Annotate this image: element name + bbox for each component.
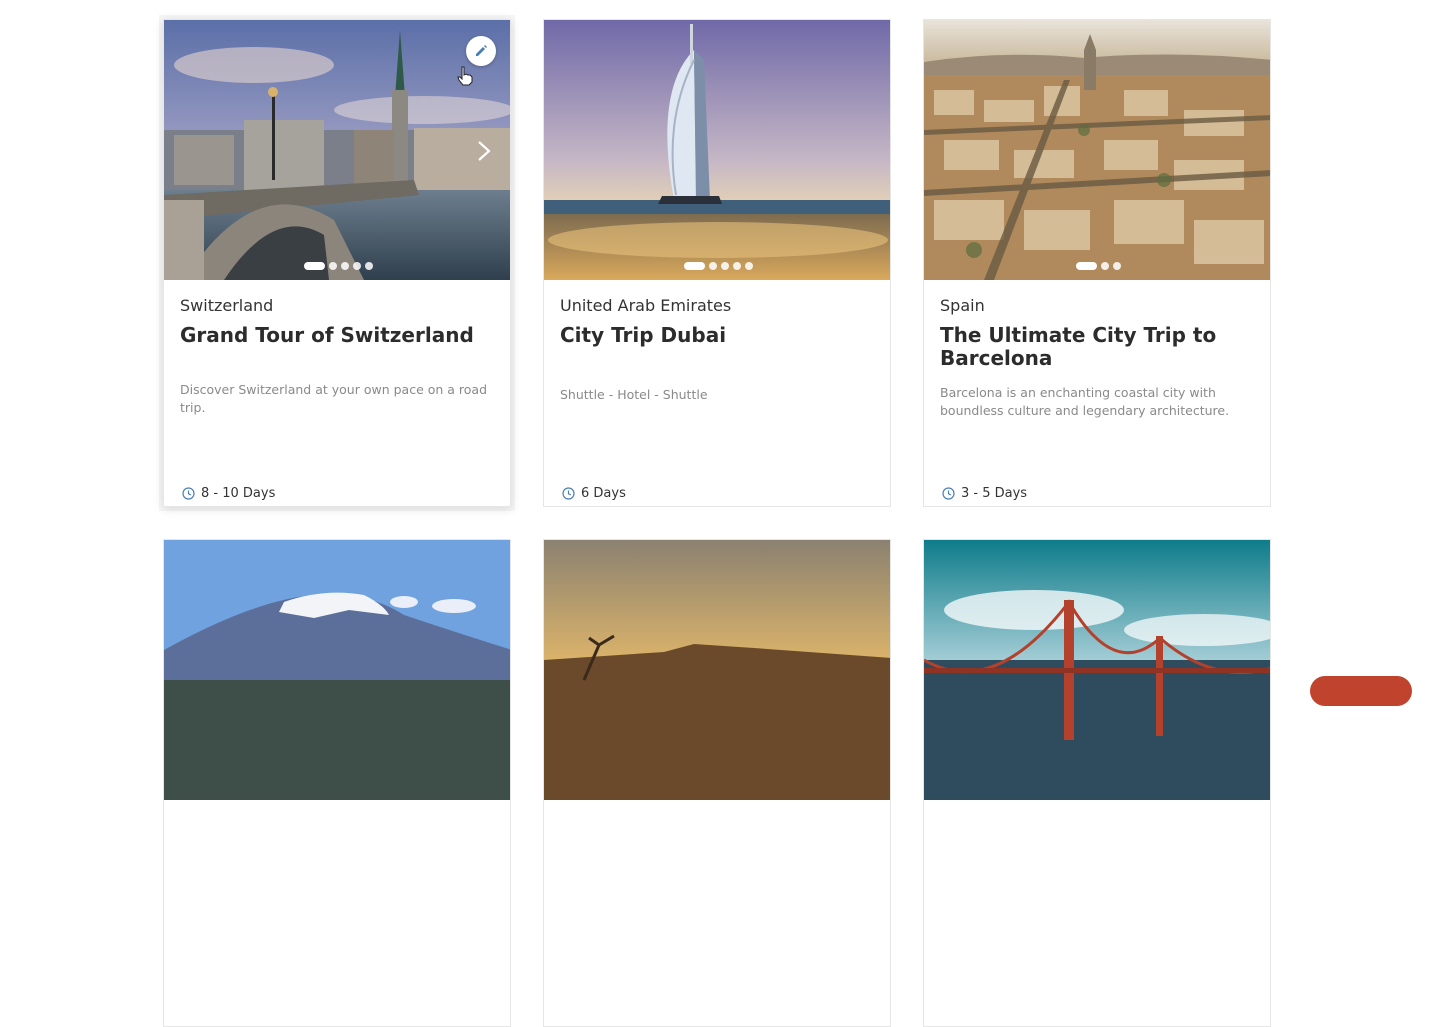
- tour-card-barcelona[interactable]: Spain The Ultimate City Trip to Barcelon…: [923, 19, 1271, 507]
- tour-description: Discover Switzerland at your own pace on…: [180, 382, 488, 415]
- tour-image-barcelona[interactable]: [924, 20, 1270, 280]
- duration-label: 3 - 5 Days: [961, 486, 1028, 501]
- tour-duration: 6 Days: [562, 486, 626, 501]
- tour-image-dubai[interactable]: [544, 20, 890, 280]
- carousel-dot[interactable]: [732, 262, 741, 270]
- tour-card-san-francisco[interactable]: [923, 539, 1271, 1027]
- carousel-dot[interactable]: [744, 262, 753, 270]
- carousel-dot[interactable]: [352, 262, 361, 270]
- duration-label: 8 - 10 Days: [201, 486, 276, 501]
- tour-title[interactable]: The Ultimate City Trip to Barcelona: [940, 324, 1256, 370]
- tour-card-savanna[interactable]: [543, 539, 891, 1027]
- tour-title[interactable]: City Trip Dubai: [560, 324, 876, 347]
- tour-country: Spain: [940, 296, 985, 315]
- tour-duration: 8 - 10 Days: [182, 486, 275, 501]
- carousel-dot[interactable]: [683, 262, 705, 270]
- tour-description: Barcelona is an enchanting coastal city …: [940, 385, 1230, 418]
- tour-card-switzerland[interactable]: Switzerland Grand Tour of Switzerland Di…: [163, 19, 511, 507]
- carousel-dot[interactable]: [340, 262, 349, 270]
- carousel-dots[interactable]: [164, 262, 510, 270]
- tour-description: Shuttle - Hotel - Shuttle: [560, 387, 708, 402]
- savanna-sunset-image[interactable]: [544, 540, 890, 800]
- hand-cursor-icon: [457, 66, 473, 86]
- carousel-dots[interactable]: [544, 262, 890, 270]
- tour-duration: 3 - 5 Days: [942, 486, 1027, 501]
- chat-launcher-button[interactable]: [1310, 676, 1412, 706]
- tour-card-kilimanjaro[interactable]: [163, 539, 511, 1027]
- carousel-dot[interactable]: [1075, 262, 1097, 270]
- tour-card-dubai[interactable]: United Arab Emirates City Trip Dubai Shu…: [543, 19, 891, 507]
- carousel-dot[interactable]: [328, 262, 337, 270]
- edit-button[interactable]: [466, 36, 496, 66]
- carousel-dot[interactable]: [708, 262, 717, 270]
- carousel-dot[interactable]: [303, 262, 325, 270]
- clock-icon: [562, 487, 575, 500]
- carousel-dot[interactable]: [1112, 262, 1121, 270]
- tour-country: United Arab Emirates: [560, 296, 732, 315]
- carousel-dots[interactable]: [924, 262, 1270, 270]
- carousel-dot[interactable]: [364, 262, 373, 270]
- clock-icon: [942, 487, 955, 500]
- pencil-icon: [476, 45, 487, 56]
- tour-image-switzerland[interactable]: [164, 20, 510, 280]
- clock-icon: [182, 487, 195, 500]
- duration-label: 6 Days: [581, 486, 626, 501]
- carousel-dot[interactable]: [1100, 262, 1109, 270]
- tour-title[interactable]: Grand Tour of Switzerland: [180, 324, 496, 347]
- carousel-dot[interactable]: [720, 262, 729, 270]
- chevron-right-icon[interactable]: [476, 140, 492, 162]
- mountain-kilimanjaro-image[interactable]: [164, 540, 510, 800]
- golden-gate-bridge-image[interactable]: [924, 540, 1270, 800]
- tour-country: Switzerland: [180, 296, 274, 315]
